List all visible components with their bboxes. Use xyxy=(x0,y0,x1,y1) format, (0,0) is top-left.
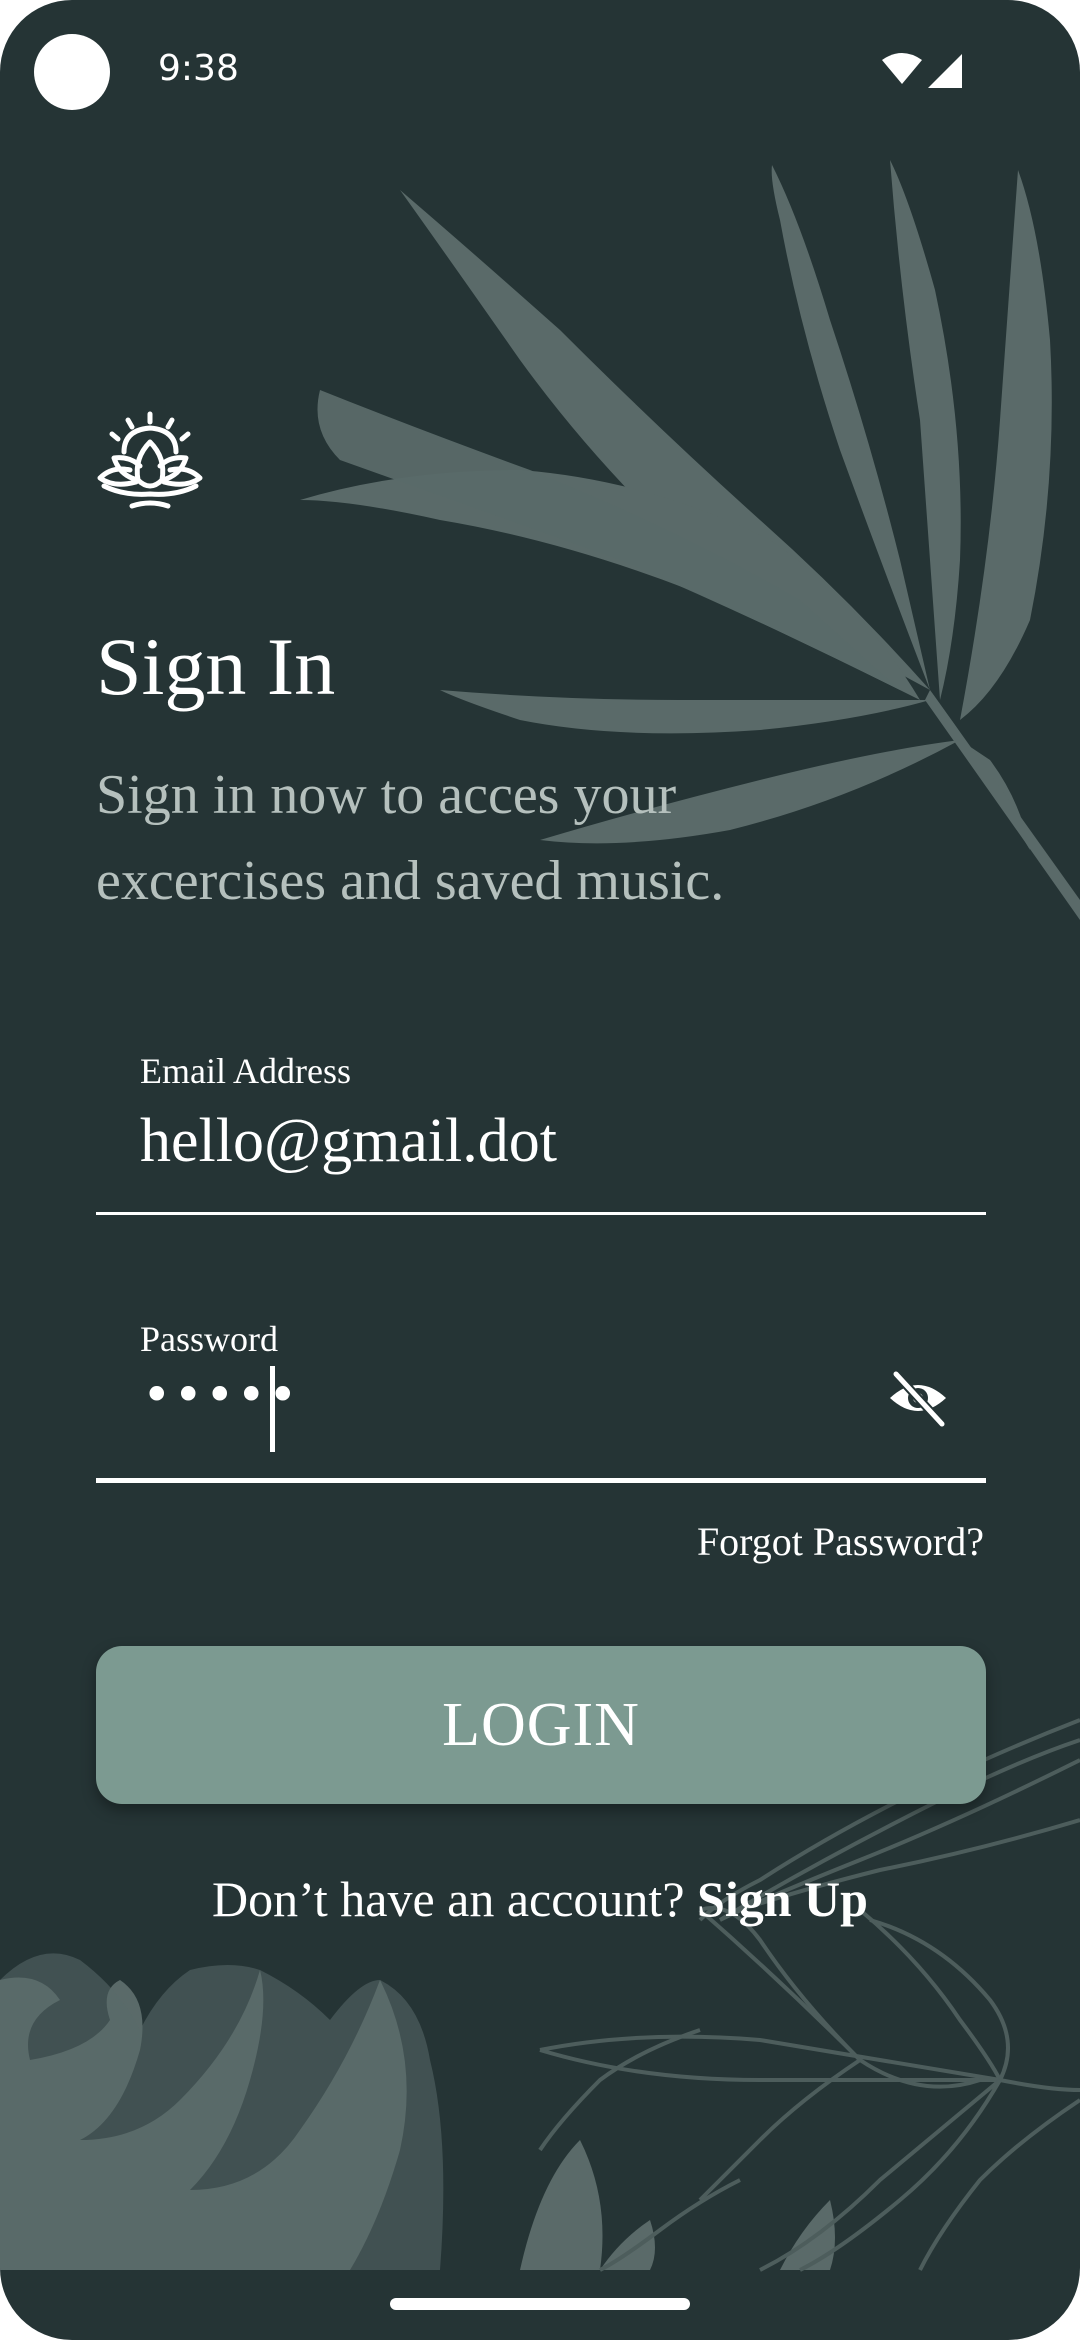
password-input[interactable]: ••••• xyxy=(142,1366,299,1424)
lotus-sun-icon xyxy=(97,411,203,509)
email-label: Email Address xyxy=(140,1051,351,1091)
status-time: 9:38 xyxy=(158,48,239,89)
subtitle-line-1: Sign in now to acces your xyxy=(96,764,677,826)
page-title: Sign In xyxy=(96,621,336,712)
signup-link[interactable]: Sign Up xyxy=(697,1871,868,1927)
home-indicator[interactable] xyxy=(390,2298,690,2310)
password-underline xyxy=(96,1478,986,1483)
email-input[interactable]: hello@gmail.dot xyxy=(140,1106,557,1177)
email-field[interactable]: Email Address hello@gmail.dot xyxy=(96,1050,986,1220)
camera-cutout xyxy=(34,34,110,110)
page-subtitle: Sign in now to acces your excercises and… xyxy=(96,752,856,924)
signup-prompt: Don’t have an account? Sign Up xyxy=(0,1870,1080,1928)
status-bar: 9:38 xyxy=(0,0,1080,140)
app-screen: 9:38 Sign In Sign in now to acces your e… xyxy=(0,0,1080,2340)
login-button[interactable]: LOGIN xyxy=(96,1646,986,1804)
eye-off-icon[interactable] xyxy=(886,1366,950,1430)
password-label: Password xyxy=(140,1319,279,1359)
password-field[interactable]: Password ••••• xyxy=(96,1318,986,1488)
email-underline xyxy=(96,1212,986,1215)
forgot-password-link[interactable]: Forgot Password? xyxy=(697,1518,984,1565)
wifi-icon xyxy=(882,53,922,84)
cellular-signal-icon xyxy=(928,54,962,88)
subtitle-line-2: excercises and saved music. xyxy=(96,850,725,912)
signup-prompt-text: Don’t have an account? xyxy=(212,1871,685,1927)
text-cursor xyxy=(270,1366,275,1452)
